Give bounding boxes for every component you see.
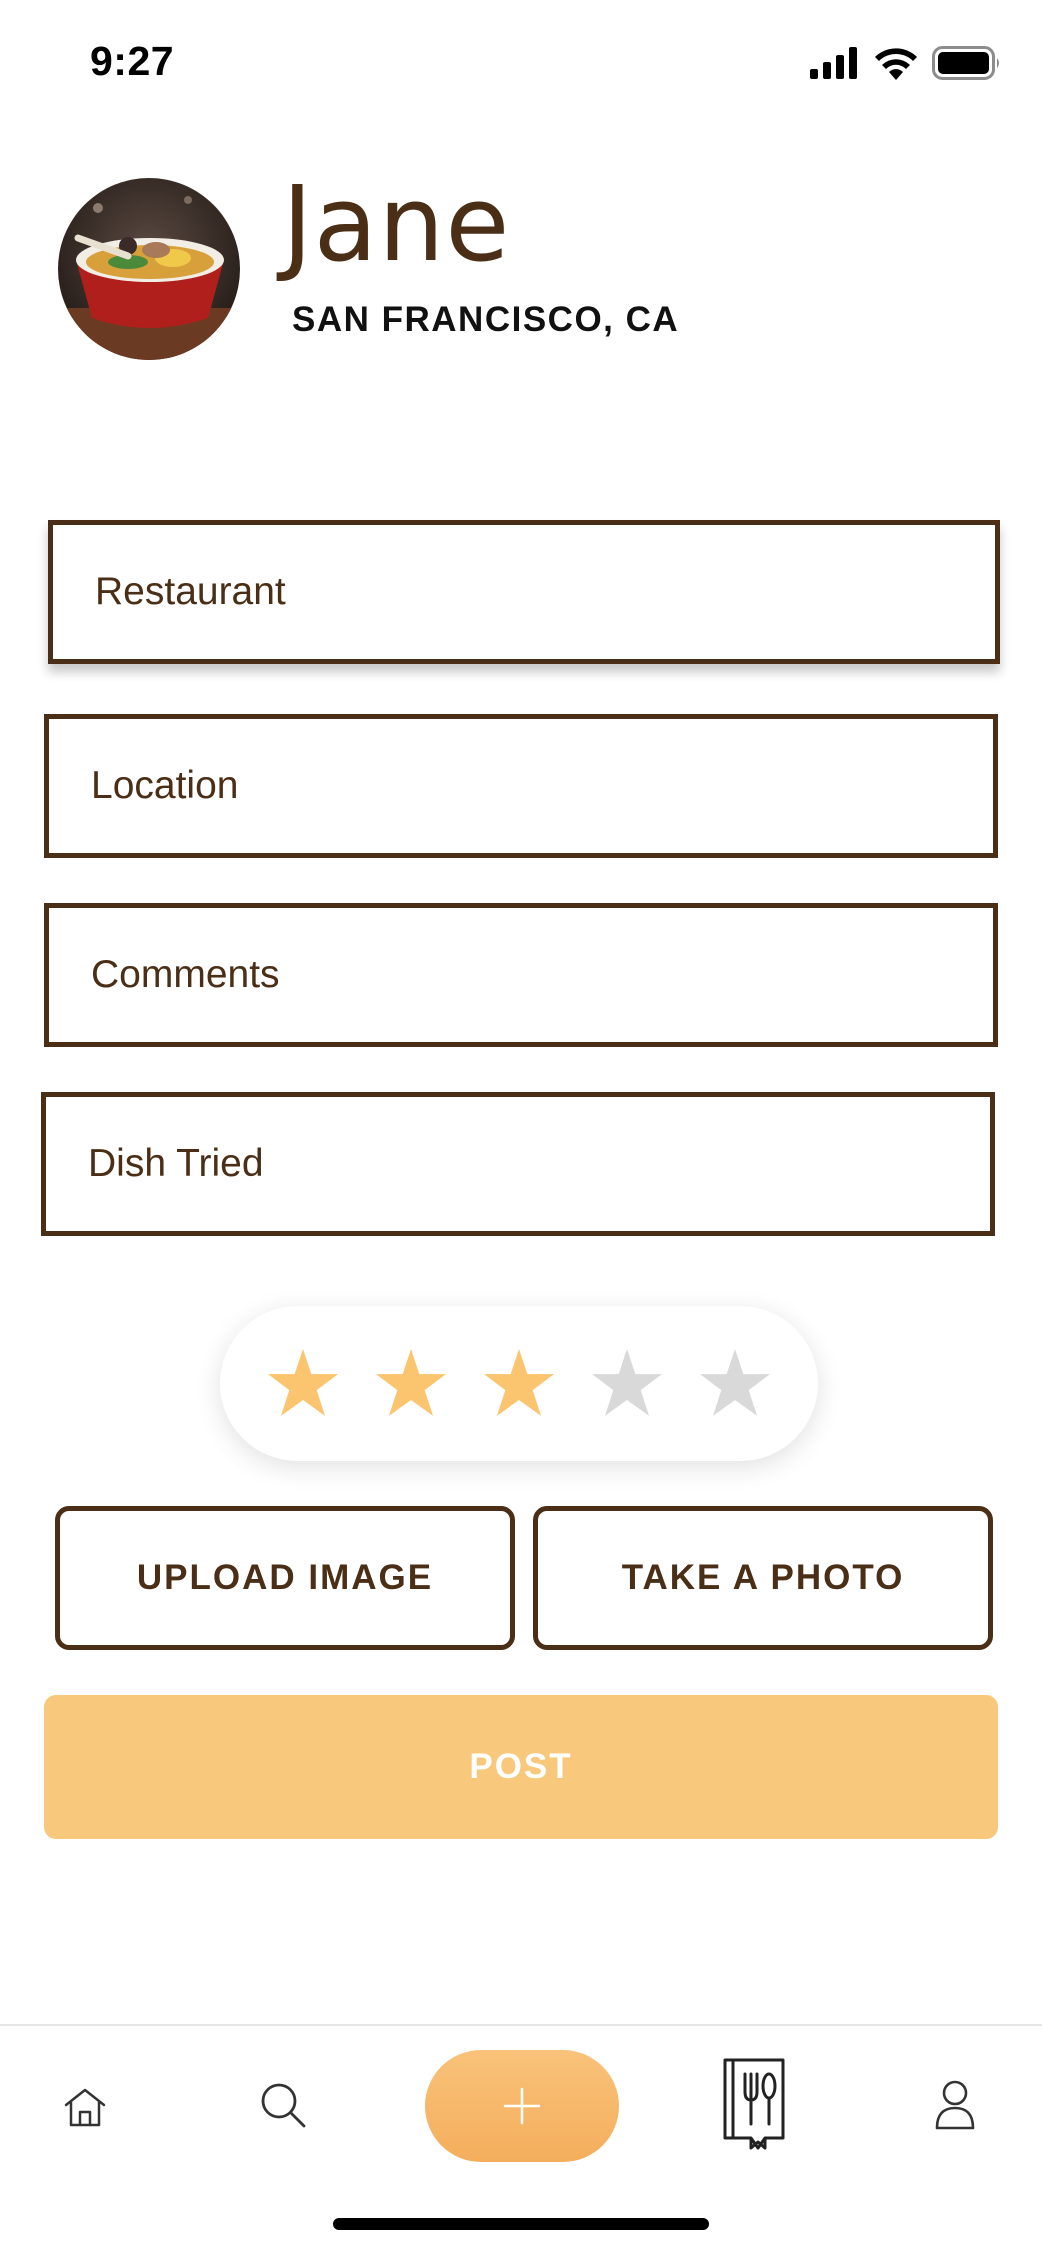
- upload-image-button[interactable]: UPLOAD IMAGE: [55, 1506, 515, 1650]
- status-icons: [810, 46, 1002, 80]
- wifi-icon: [875, 48, 917, 80]
- home-indicator: [333, 2218, 709, 2230]
- nav-recipe-book[interactable]: [715, 2056, 793, 2152]
- nav-profile[interactable]: [920, 2068, 990, 2142]
- location-field-wrapper: [44, 714, 998, 858]
- profile-location: SAN FRANCISCO, CA: [292, 300, 680, 339]
- star-4-icon[interactable]: [589, 1346, 665, 1422]
- cellular-signal-icon: [810, 47, 857, 79]
- restaurant-field-wrapper: [48, 520, 1000, 664]
- home-icon: [64, 2088, 106, 2127]
- post-button[interactable]: POST: [44, 1695, 998, 1839]
- add-icon: [503, 2087, 541, 2125]
- comments-input[interactable]: [49, 908, 993, 1042]
- search-icon: [261, 2083, 306, 2128]
- take-photo-button[interactable]: TAKE A PHOTO: [533, 1506, 993, 1650]
- status-time: 9:27: [90, 38, 175, 84]
- star-rating: [220, 1306, 818, 1461]
- nav-home[interactable]: [50, 2072, 120, 2142]
- nav-search[interactable]: [248, 2070, 318, 2140]
- recipe-book-icon: [723, 2058, 785, 2150]
- ramen-bowl-photo: [58, 178, 240, 360]
- nav-divider: [0, 2024, 1042, 2026]
- dish-tried-input[interactable]: [46, 1097, 990, 1231]
- battery-icon: [932, 46, 999, 80]
- nav-add-button[interactable]: [425, 2050, 619, 2162]
- comments-field-wrapper: [44, 903, 998, 1047]
- dish-tried-field-wrapper: [41, 1092, 995, 1236]
- profile-icon: [935, 2080, 975, 2130]
- avatar[interactable]: [58, 178, 240, 360]
- profile-name: Jane: [282, 163, 511, 285]
- star-5-icon[interactable]: [697, 1346, 773, 1422]
- star-1-icon[interactable]: [265, 1346, 341, 1422]
- star-2-icon[interactable]: [373, 1346, 449, 1422]
- location-input[interactable]: [49, 719, 993, 853]
- star-3-icon[interactable]: [481, 1346, 557, 1422]
- restaurant-input[interactable]: [53, 525, 995, 659]
